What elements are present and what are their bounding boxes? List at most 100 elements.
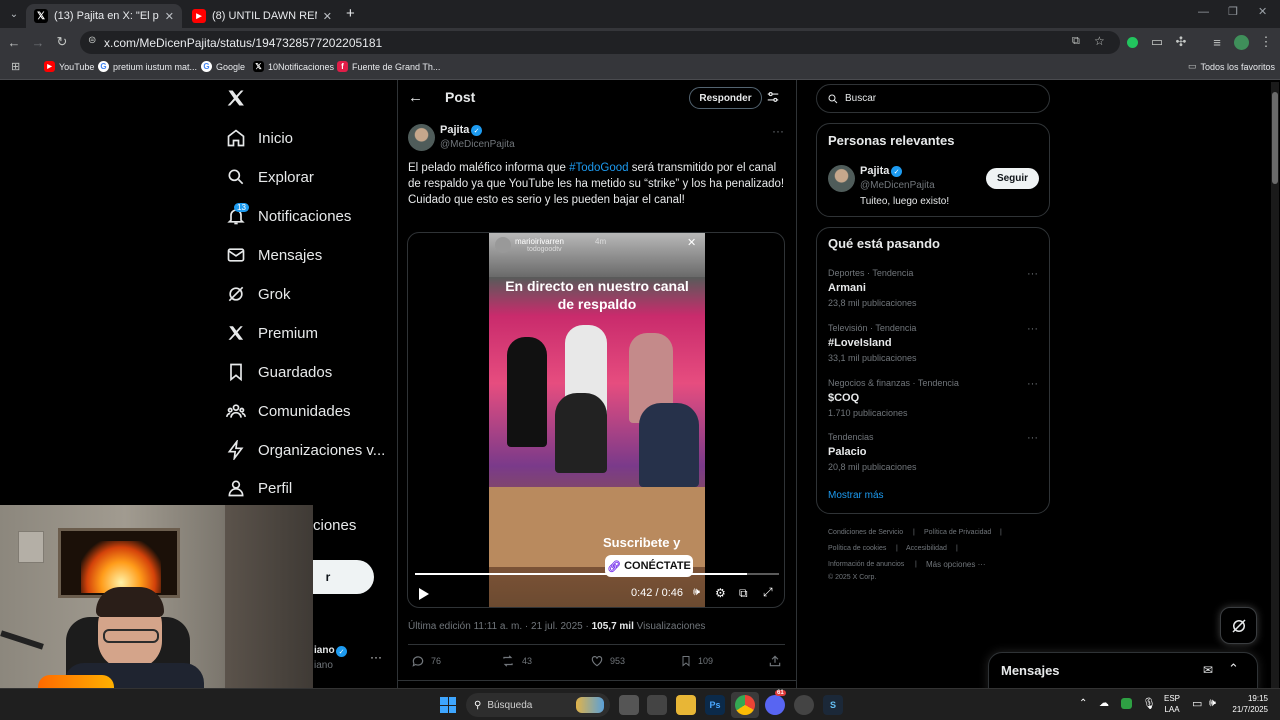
discord-icon[interactable]: 61 <box>765 690 786 715</box>
footer-ads[interactable]: Información de anuncios <box>828 561 904 568</box>
x-logo-icon[interactable] <box>226 88 246 108</box>
address-bar[interactable]: ⊜ x.com/MeDicenPajita/status/19473285772… <box>80 31 1120 54</box>
forward-icon[interactable]: → <box>29 33 47 51</box>
video-progress-track[interactable] <box>415 573 779 575</box>
settings-gear-icon[interactable]: ⚙︎ <box>715 586 726 600</box>
trend-item[interactable]: Televisión · Tendencia #LoveIsland 33,1 … <box>828 323 1038 363</box>
sidebar-item-inicio[interactable]: Inicio <box>226 128 293 148</box>
sidebar-item-more[interactable]: ciones <box>313 517 356 534</box>
tray-app-icon[interactable] <box>1121 698 1132 709</box>
footer-privacy[interactable]: Política de Privacidad <box>924 529 991 536</box>
sidebar-item-organizaciones[interactable]: Organizaciones v... <box>226 440 385 460</box>
bookmark-10notificaciones[interactable]: 𝕏 10Notificaciones <box>253 61 334 72</box>
avatar[interactable] <box>828 165 855 192</box>
close-window-icon[interactable]: ✕ <box>1258 5 1267 18</box>
trend-more-icon[interactable]: ··· <box>1027 323 1038 335</box>
sidebar-item-guardados[interactable]: Guardados <box>226 362 332 382</box>
account-switcher[interactable]: iano ✓ iano ··· <box>314 644 384 674</box>
trend-more-icon[interactable]: ··· <box>1027 268 1038 280</box>
site-info-icon[interactable]: ⊜ <box>88 35 96 46</box>
bookmark-star-icon[interactable]: ☆ <box>1094 34 1105 48</box>
mic-icon[interactable]: 🎙︎ <box>1142 697 1156 710</box>
windows-start-icon[interactable] <box>440 697 456 713</box>
sidebar-item-explorar[interactable]: Explorar <box>226 167 314 187</box>
taskbar-search[interactable]: ⚲ Búsqueda <box>466 693 610 717</box>
language-indicator[interactable]: ESP LAA <box>1164 693 1180 715</box>
photoshop-icon[interactable]: Ps <box>705 695 725 715</box>
sidebar-item-premium[interactable]: Premium <box>226 323 318 343</box>
bookmark-youtube[interactable]: ▶ YouTube <box>44 61 94 72</box>
trend-more-icon[interactable]: ··· <box>1027 378 1038 390</box>
sidebar-item-notificaciones[interactable]: 13 Notificaciones <box>226 203 351 226</box>
trend-item[interactable]: Deportes · Tendencia Armani 23,8 mil pub… <box>828 268 1038 308</box>
share-action[interactable] <box>768 654 788 668</box>
app-icon[interactable] <box>647 695 667 715</box>
footer-cookies[interactable]: Política de cookies <box>828 545 886 552</box>
show-more-link[interactable]: Mostrar más <box>828 490 884 501</box>
account-more-icon[interactable]: ··· <box>370 650 382 664</box>
tweet-author[interactable]: Pajita <box>440 124 469 136</box>
trend-item[interactable]: Negocios & finanzas · Tendencia $COQ 1.7… <box>828 378 1038 418</box>
steam-icon[interactable]: S <box>823 695 843 715</box>
new-message-icon[interactable]: ✉︎ <box>1203 663 1213 677</box>
close-tab-icon[interactable]: ✕ <box>165 10 174 23</box>
app-icon[interactable] <box>794 695 814 715</box>
grok-floating-button[interactable] <box>1220 607 1257 644</box>
tab-until-dawn[interactable]: ▶ (8) UNTIL DAWN REMAKE Gam ✕ <box>184 4 340 28</box>
new-tab-button[interactable]: + <box>346 5 355 22</box>
search-input[interactable]: Buscar <box>816 84 1050 113</box>
reading-list-icon[interactable]: ≡ <box>1208 33 1226 51</box>
footer-accessibility[interactable]: Accesibilidad <box>906 545 947 552</box>
extension-icon[interactable]: ▭ <box>1148 33 1166 51</box>
extension-green-icon[interactable] <box>1127 37 1138 48</box>
all-favorites[interactable]: ▭ Todos los favoritos <box>1188 61 1275 72</box>
play-icon[interactable] <box>418 587 430 601</box>
tray-chevron-icon[interactable]: ⌃ <box>1079 698 1087 709</box>
video-player[interactable]: marioirivarren 4m todogoodtv ✕ En direct… <box>407 232 785 608</box>
repost-action[interactable]: 43 <box>500 654 532 668</box>
network-icon[interactable]: ▭ <box>1192 697 1202 710</box>
onedrive-icon[interactable]: ☁︎ <box>1099 698 1109 709</box>
task-view-icon[interactable] <box>619 695 639 715</box>
volume-icon[interactable]: 🕪︎ <box>693 586 700 599</box>
footer-more[interactable]: Más opciones ··· <box>926 560 986 569</box>
tab-search-button[interactable]: ⌄ <box>6 6 22 22</box>
restore-icon[interactable]: ❐ <box>1228 5 1238 18</box>
tweet-handle[interactable]: @MeDicenPajita <box>440 139 515 150</box>
file-explorer-icon[interactable] <box>676 695 696 715</box>
sidebar-item-grok[interactable]: Grok <box>226 284 291 304</box>
bookmark-google[interactable]: G Google <box>201 61 245 72</box>
chrome-icon[interactable] <box>735 695 755 715</box>
volume-icon[interactable]: 🕪︎ <box>1209 697 1216 710</box>
trend-more-icon[interactable]: ··· <box>1027 432 1038 444</box>
avatar[interactable] <box>408 124 435 151</box>
tab-pajita[interactable]: 𝕏 (13) Pajita en X: "El pelado malé ✕ <box>26 4 182 28</box>
profile-avatar-icon[interactable] <box>1234 35 1249 50</box>
bookmark-action[interactable]: 109 <box>680 654 713 668</box>
close-tab-icon[interactable]: ✕ <box>323 10 332 23</box>
chrome-menu-icon[interactable]: ⋮ <box>1257 33 1275 51</box>
filter-settings-icon[interactable] <box>766 90 780 104</box>
sidebar-item-mensajes[interactable]: Mensajes <box>226 245 322 265</box>
follow-button[interactable]: Seguir <box>986 168 1039 189</box>
clock[interactable]: 19:15 21/7/2025 <box>1228 693 1268 715</box>
sidebar-item-comunidades[interactable]: Comunidades <box>226 401 351 421</box>
bookmark-fuente[interactable]: f Fuente de Grand Th... <box>337 61 440 72</box>
minimize-icon[interactable]: — <box>1198 6 1209 18</box>
fullscreen-icon[interactable]: ⤢ <box>763 585 773 600</box>
pip-icon[interactable]: ⧉ <box>739 586 748 601</box>
back-icon[interactable]: ← <box>5 33 23 51</box>
reply-action[interactable]: 76 <box>411 654 441 668</box>
tweet-more-icon[interactable]: ··· <box>772 124 784 138</box>
footer-terms[interactable]: Condiciones de Servicio <box>828 529 903 536</box>
apps-grid-icon[interactable]: ⊞ <box>11 60 20 73</box>
scrollbar-thumb[interactable] <box>1272 92 1278 184</box>
person-name[interactable]: Pajita <box>860 165 889 177</box>
like-action[interactable]: 953 <box>590 654 625 668</box>
bookmark-pretium[interactable]: G pretium iustum mat... <box>98 61 197 72</box>
expand-up-icon[interactable]: ⌃ <box>1228 661 1239 677</box>
reload-icon[interactable]: ↻ <box>53 33 71 51</box>
trend-item[interactable]: Tendencias Palacio 20,8 mil publicacione… <box>828 432 1038 472</box>
back-arrow-icon[interactable]: ← <box>408 89 423 106</box>
hashtag-link[interactable]: #TodoGood <box>569 162 628 174</box>
